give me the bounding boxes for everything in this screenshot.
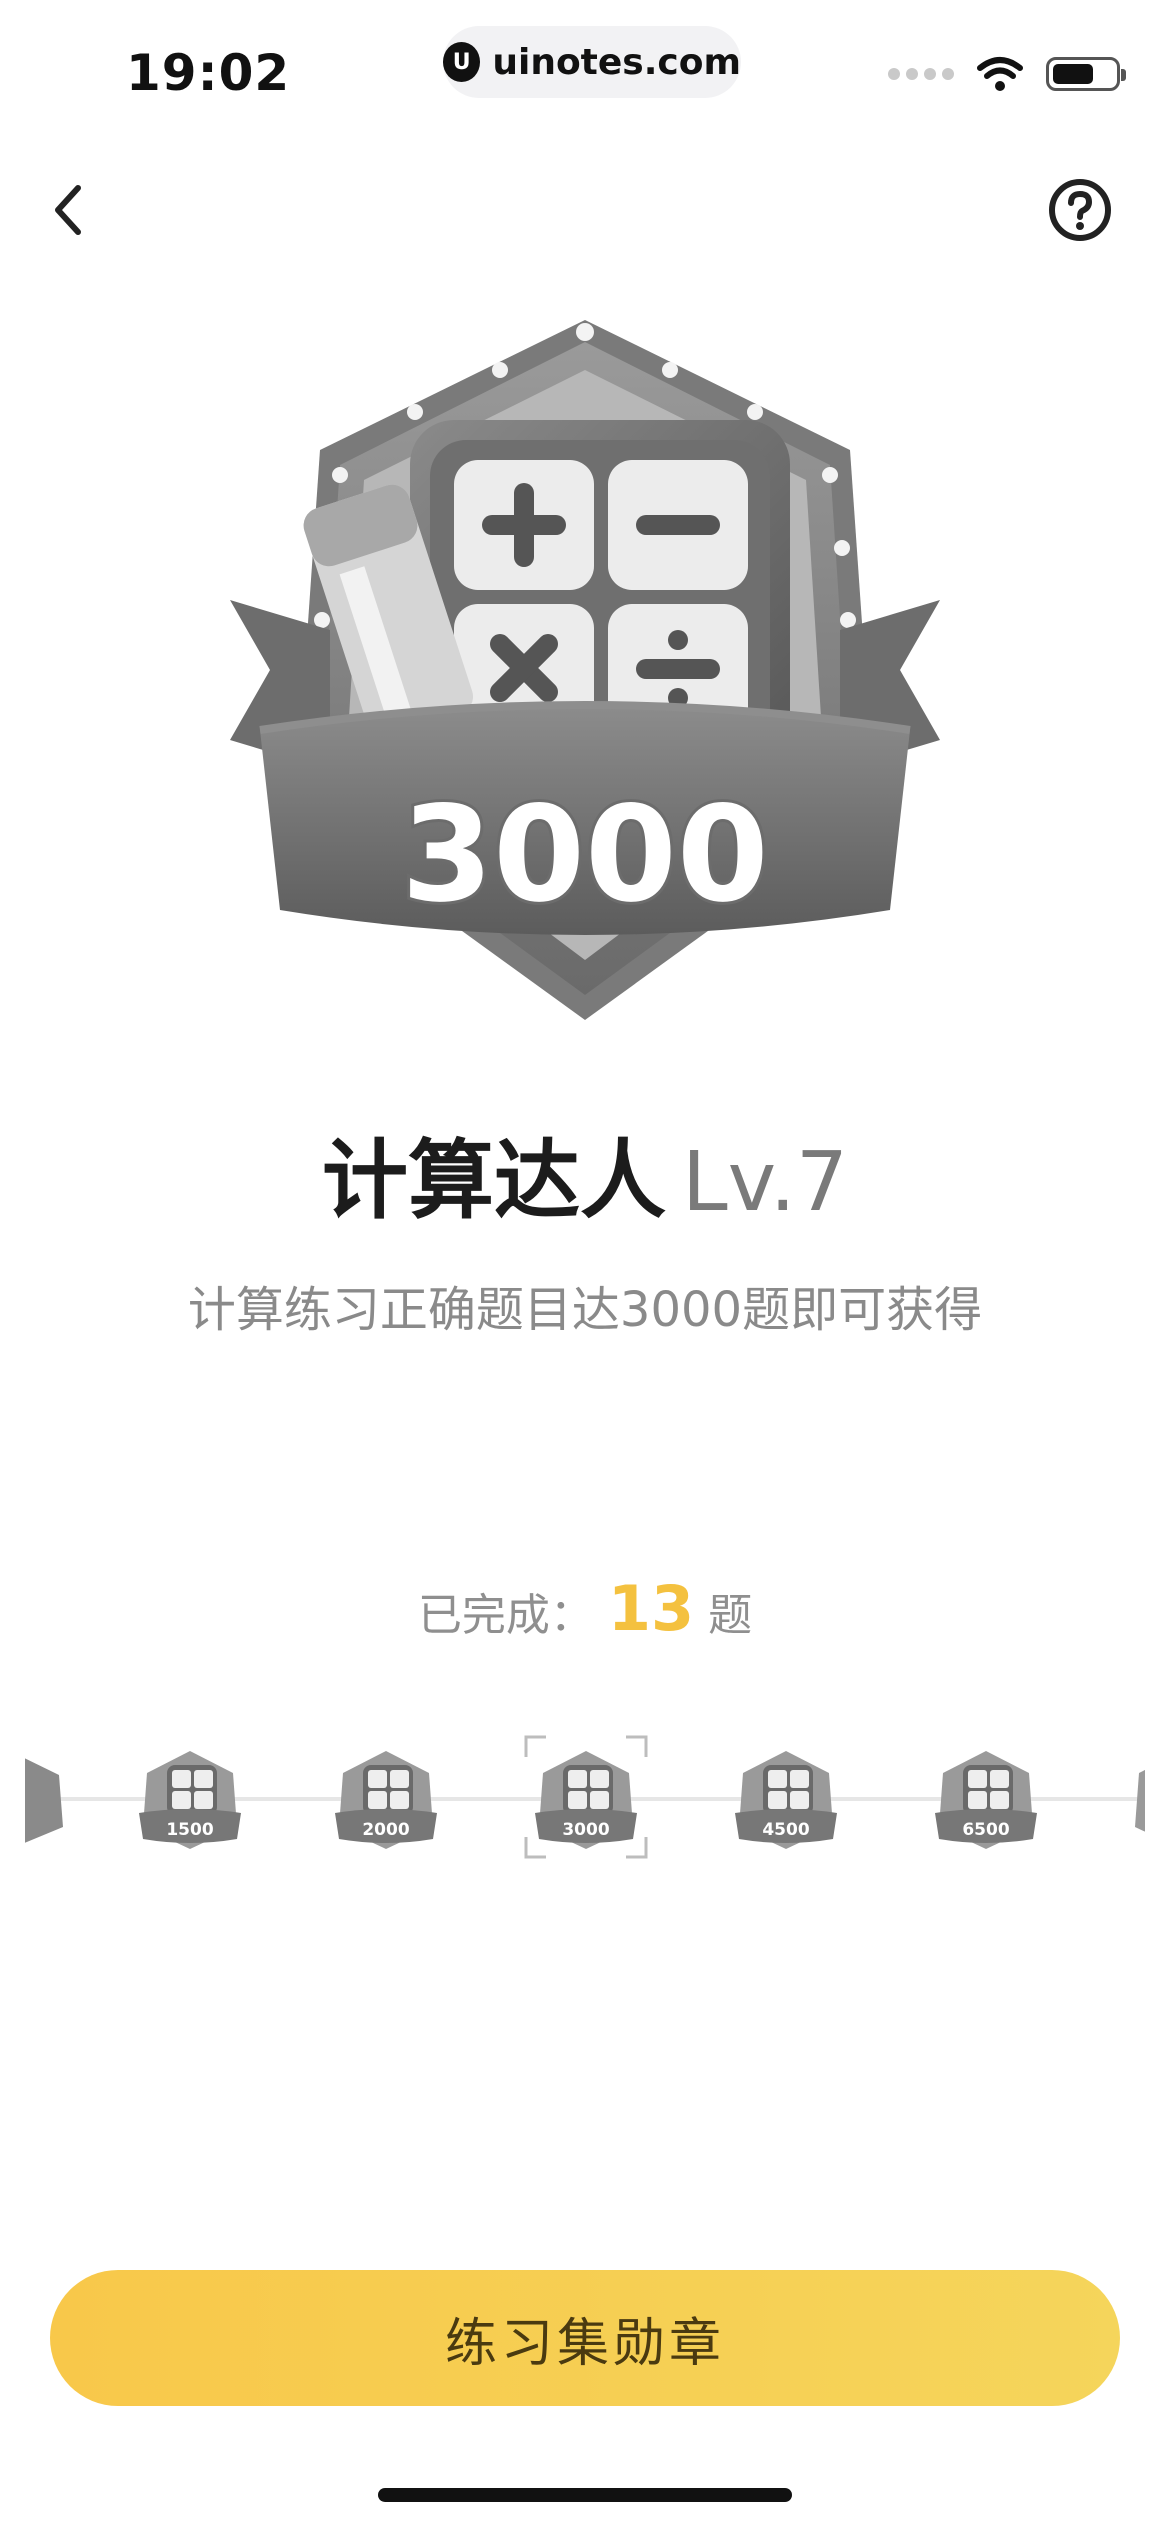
badge-label: 6500 bbox=[962, 1820, 1009, 1840]
badge-description: 计算练习正确题目达3000题即可获得 bbox=[187, 1282, 983, 1338]
hero-badge-number: 3000 bbox=[401, 778, 768, 932]
status-time: 19:02 bbox=[126, 44, 291, 102]
badge-label: 4500 bbox=[762, 1820, 809, 1840]
calculator-badge-icon: 3000 bbox=[230, 320, 940, 1020]
wifi-icon bbox=[977, 57, 1023, 91]
badge-label: 1500 bbox=[166, 1820, 213, 1840]
status-bar: 19:02 U uinotes.com bbox=[0, 0, 1170, 130]
practice-badges-button[interactable]: 练习集勋章 bbox=[50, 2270, 1120, 2406]
badge-level-item[interactable]: 2000 bbox=[331, 1747, 441, 1851]
badge-title-main: 计算达人 bbox=[321, 1131, 666, 1231]
badge-level-item-selected[interactable]: 3000 bbox=[531, 1747, 641, 1851]
badge-thumb-icon: 3000 bbox=[535, 1751, 637, 1849]
home-indicator bbox=[378, 2488, 792, 2502]
badge-level-item[interactable]: 4500 bbox=[731, 1747, 841, 1851]
url-pill[interactable]: U uinotes.com bbox=[443, 26, 741, 98]
battery-icon bbox=[1046, 57, 1126, 91]
progress-suffix: 题 bbox=[708, 1590, 753, 1641]
badge-level: Lv.7 bbox=[681, 1135, 849, 1230]
badge-thumb-icon: 6500 bbox=[935, 1751, 1037, 1849]
progress-prefix: 已完成： bbox=[417, 1590, 594, 1641]
badge-title: 计算达人 Lv.7 bbox=[0, 1110, 1170, 1235]
progress-text: 已完成： 13 题 bbox=[0, 1572, 1170, 1645]
nav-bar bbox=[0, 160, 1170, 260]
progress-count: 13 bbox=[607, 1572, 695, 1645]
badge-level-strip[interactable]: 1500 2000 3000 4500 6500 bbox=[25, 1735, 1145, 1865]
badge-label: 3000 bbox=[562, 1820, 609, 1840]
url-text: uinotes.com bbox=[492, 41, 741, 83]
help-button[interactable] bbox=[1040, 170, 1120, 250]
status-icons bbox=[888, 56, 1126, 92]
question-circle-icon bbox=[1049, 179, 1111, 241]
badge-thumb-icon: 4500 bbox=[735, 1751, 837, 1849]
badge-level-item[interactable]: 1500 bbox=[135, 1747, 245, 1851]
badge-label: 2000 bbox=[362, 1820, 409, 1840]
badge-partial-right[interactable] bbox=[1127, 1747, 1145, 1851]
badge-thumb-icon: 1500 bbox=[139, 1751, 241, 1849]
badge-level-item[interactable]: 6500 bbox=[931, 1747, 1041, 1851]
site-logo-icon: U bbox=[443, 42, 481, 82]
signal-icon bbox=[888, 68, 954, 80]
back-button[interactable] bbox=[36, 168, 100, 252]
hero-badge: 3000 bbox=[210, 300, 960, 1020]
badge-partial-left[interactable] bbox=[25, 1747, 65, 1851]
badge-thumb-icon: 2000 bbox=[335, 1751, 437, 1849]
chevron-left-icon bbox=[55, 185, 81, 235]
